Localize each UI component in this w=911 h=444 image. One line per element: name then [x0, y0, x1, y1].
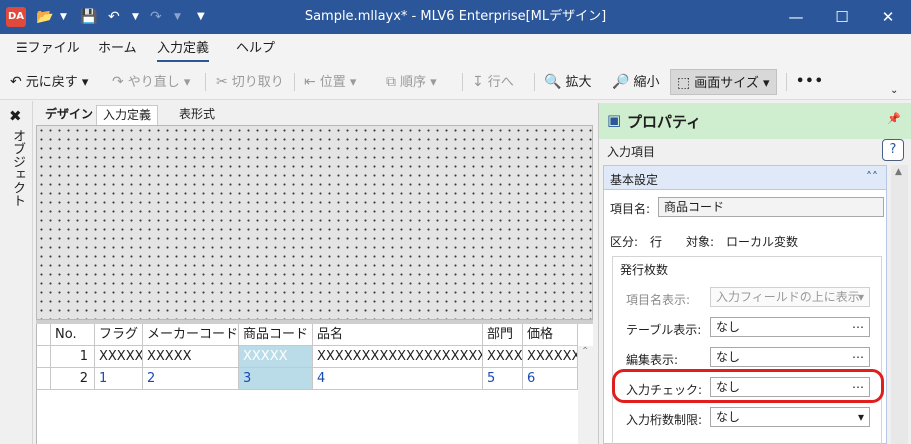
- properties-scrollbar[interactable]: ▲: [891, 165, 908, 444]
- basic-settings-header[interactable]: 基本設定 ˄˄: [604, 166, 886, 190]
- column-header[interactable]: メーカーコード: [143, 324, 239, 346]
- field-label: 編集表示:: [626, 353, 679, 367]
- table-cell[interactable]: 4: [313, 368, 483, 390]
- tab-input-definition[interactable]: 入力定義: [96, 105, 159, 125]
- edit-display-field[interactable]: なし ⋯: [710, 347, 870, 367]
- row-header-corner: [37, 324, 51, 346]
- help-icon[interactable]: ?: [882, 139, 904, 161]
- minimize-icon[interactable]: —: [773, 0, 819, 34]
- tab-table-format[interactable]: 表形式: [173, 105, 221, 125]
- item-name-field[interactable]: 商品コード: [658, 197, 884, 217]
- table-cell[interactable]: XXXXX: [95, 346, 143, 368]
- chevron-up-icon[interactable]: ▲: [895, 167, 902, 177]
- column-header[interactable]: No.: [51, 324, 95, 346]
- more-button[interactable]: •••: [796, 69, 824, 95]
- field-label: 項目名表示:: [626, 293, 691, 307]
- menu-bar: ☰ファイル ホーム 入力定義 ヘルプ: [0, 34, 911, 64]
- table-cell[interactable]: 2: [143, 368, 239, 390]
- ellipsis-icon[interactable]: ⋯: [852, 348, 864, 366]
- align-icon: ⇤: [304, 74, 316, 90]
- item-name-display-select: 入力フィールドの上に表示 ▾: [710, 287, 870, 307]
- redo-icon: ↷: [112, 74, 124, 90]
- table-cell[interactable]: 1: [95, 368, 143, 390]
- zoom-in-icon: 🔍: [544, 74, 562, 90]
- chevron-down-icon[interactable]: ⌄: [890, 78, 898, 104]
- table-cell[interactable]: XXXXXXXXXXXXXXXXXXXXX: [313, 346, 483, 368]
- properties-header: ▣ プロパティ 📌: [599, 103, 911, 139]
- position-button: ⇤ 位置 ▾: [304, 74, 357, 90]
- chevron-down-icon[interactable]: ▾: [858, 408, 864, 426]
- order-icon: ⧉: [386, 74, 396, 90]
- zoom-in-button[interactable]: 🔍 拡大: [544, 69, 591, 95]
- screen-size-button[interactable]: ⬚ 画面サイズ ▾: [670, 69, 777, 95]
- table-cell-selected[interactable]: 3: [239, 368, 313, 390]
- design-canvas[interactable]: [36, 125, 593, 320]
- order-button: ⧉ 順序 ▾: [386, 74, 437, 90]
- group-title: 発行枚数: [618, 261, 671, 278]
- highlight-annotation: [612, 369, 884, 403]
- menu-home[interactable]: ホーム: [98, 40, 137, 62]
- cut-button: ✂ 切り取り: [216, 74, 284, 90]
- column-header[interactable]: 価格: [523, 324, 578, 346]
- scissors-icon: ✂: [216, 74, 228, 90]
- column-header[interactable]: 品名: [313, 324, 483, 346]
- table-cell[interactable]: 1: [51, 346, 95, 368]
- table-cell[interactable]: XXXXXX: [523, 346, 578, 368]
- column-header[interactable]: 部門: [483, 324, 523, 346]
- zoom-out-button[interactable]: 🔎 縮小: [612, 69, 659, 95]
- menu-icon: ☰: [16, 41, 28, 56]
- table-display-field[interactable]: なし ⋯: [710, 317, 870, 337]
- table-cell[interactable]: 6: [523, 368, 578, 390]
- zoom-out-icon: 🔎: [612, 74, 630, 90]
- grid-scrollbar[interactable]: ⌃: [578, 346, 593, 444]
- tools-icon: ✖: [9, 107, 22, 125]
- table-cell[interactable]: 5: [483, 368, 523, 390]
- column-header[interactable]: 商品コード: [239, 324, 313, 346]
- pin-icon[interactable]: 📌: [887, 112, 901, 125]
- tab-design[interactable]: デザイン: [39, 105, 99, 125]
- ellipsis-icon[interactable]: ⋯: [852, 318, 864, 336]
- undo-button[interactable]: ↶ 元に戻す ▾: [10, 69, 88, 95]
- target-value: ローカル変数: [726, 235, 799, 249]
- menu-help[interactable]: ヘルプ: [236, 40, 275, 62]
- undo-icon: ↶: [10, 74, 22, 90]
- category-value: 行: [650, 235, 663, 249]
- designer-tabs: デザイン 入力定義 表形式: [33, 101, 596, 125]
- row-header[interactable]: [37, 368, 51, 390]
- table-cell[interactable]: XXXX: [483, 346, 523, 368]
- input-digit-limit-select[interactable]: なし ▾: [710, 407, 870, 427]
- screen-size-icon: ⬚: [677, 75, 691, 91]
- chevron-up-icon[interactable]: ⌃: [581, 346, 589, 357]
- table-cell[interactable]: XXXXX: [143, 346, 239, 368]
- table-cell-selected[interactable]: XXXXX: [239, 346, 313, 368]
- chevron-down-icon: ▾: [857, 290, 864, 304]
- go-to-icon: ↧: [472, 74, 484, 90]
- item-name-label: 項目名:: [610, 202, 651, 216]
- properties-title: プロパティ: [627, 113, 702, 131]
- go-to-row-button: ↧ 行へ: [472, 74, 514, 90]
- toolbar: ↶ 元に戻す ▾ ↷ やり直し ▾ ✂ 切り取り ⇤ 位置 ▾ ⧉ 順序 ▾ ↧ 行へ 🔍 拡…: [0, 64, 911, 100]
- menu-input-definition[interactable]: 入力定義: [157, 40, 210, 62]
- collapse-icon[interactable]: ˄˄: [866, 170, 878, 184]
- properties-subtitle: 入力項目: [607, 145, 656, 159]
- target-label: 対象:: [686, 235, 715, 249]
- object-panel-label: オブジェクト: [10, 129, 25, 207]
- properties-icon: ▣: [607, 111, 622, 129]
- row-header[interactable]: [37, 346, 51, 368]
- table-cell[interactable]: 2: [51, 368, 95, 390]
- menu-file[interactable]: ☰ファイル: [16, 40, 80, 62]
- field-label: 入力桁数制限:: [626, 413, 703, 427]
- maximize-icon[interactable]: ☐: [819, 0, 865, 34]
- title-bar: DA 📂 ▼ 💾 ↶ ▼ ↷ ▼ ▼ Sample.mllayx* - MLV6…: [0, 0, 911, 34]
- category-label: 区分:: [610, 235, 639, 249]
- close-icon[interactable]: ✕: [865, 0, 911, 34]
- section-title: 基本設定: [610, 173, 659, 187]
- data-grid[interactable]: No. フラグ メーカーコード 商品コード 品名 部門 価格 1 XXXXX X…: [36, 324, 593, 444]
- redo-button: ↷ やり直し ▾: [112, 74, 191, 90]
- object-panel-strip[interactable]: ✖ オブジェクト: [0, 101, 33, 444]
- field-label: テーブル表示:: [626, 323, 702, 337]
- column-header[interactable]: フラグ: [95, 324, 143, 346]
